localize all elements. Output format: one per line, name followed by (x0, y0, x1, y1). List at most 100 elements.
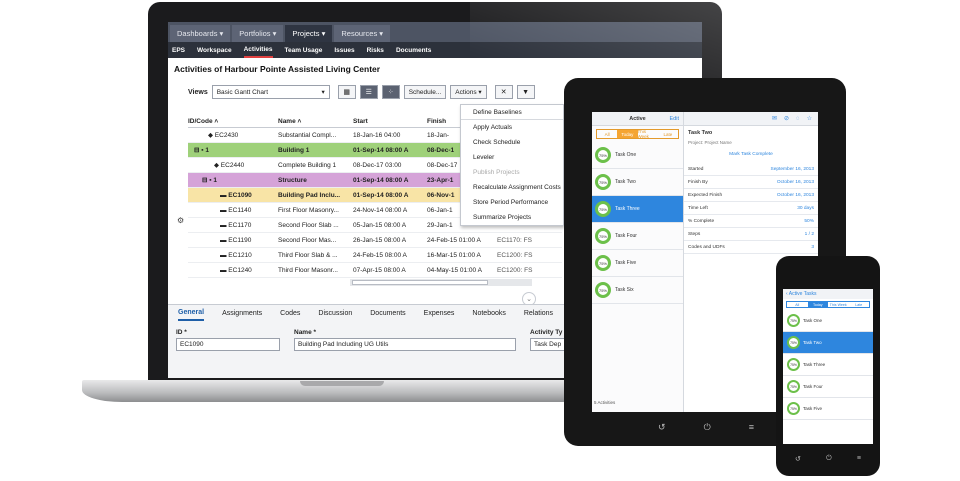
menu-item-apply-actuals[interactable]: Apply Actuals (461, 120, 563, 135)
tab-notebooks[interactable]: Notebooks (472, 305, 505, 321)
tab-discussion[interactable]: Discussion (318, 305, 352, 321)
list-item[interactable]: 75% Task Five (783, 398, 873, 420)
tab-resources[interactable]: Resources ▾ (334, 25, 391, 42)
filter-icon[interactable]: ▼ (516, 85, 535, 99)
power-icon[interactable]: ⏻ (704, 422, 711, 433)
tab-expenses[interactable]: Expenses (424, 305, 455, 321)
list-item[interactable]: 75% Task Two (783, 332, 873, 354)
progress-ring: 75% (787, 358, 800, 371)
detail-row[interactable]: Steps 1 / 2 (684, 228, 818, 241)
subtab-team-usage[interactable]: Team Usage (285, 42, 323, 58)
views-select[interactable]: Basic Gantt Chart ▾ (211, 85, 330, 99)
edit-button[interactable]: Edit (670, 116, 679, 122)
actions-button[interactable]: Actions ▾ (450, 85, 487, 99)
name-field[interactable]: Building Pad Including UG Utils (294, 338, 516, 351)
list-item[interactable]: 75% Task Three (783, 354, 873, 376)
tools-icon[interactable]: ✕ (494, 85, 513, 99)
menu-item-store-period-performance[interactable]: Store Period Performance (461, 195, 563, 210)
table-row[interactable]: ▬ EC1240 Third Floor Masonr... 07-Apr-15… (188, 263, 562, 278)
subtab-workspace[interactable]: Workspace (197, 42, 232, 58)
task-title: Task One (803, 318, 823, 323)
star-icon[interactable]: ☆ (807, 115, 812, 122)
subtab-activities[interactable]: Activities (243, 42, 273, 58)
subtab-issues[interactable]: Issues (334, 42, 354, 58)
tablet-task-list: Active Edit All Today This Week Late 75%… (592, 112, 684, 412)
list-item[interactable]: 75% Task Five (592, 250, 683, 277)
segment-this-week[interactable]: This Week (828, 302, 849, 307)
id-field[interactable]: EC1090 (176, 338, 280, 351)
power-icon[interactable]: ⏻ (826, 455, 832, 463)
tab-assignments[interactable]: Assignments (222, 305, 262, 321)
comment-icon[interactable]: ◌ (796, 116, 800, 122)
subtab-eps[interactable]: EPS (172, 42, 185, 58)
segment-late[interactable]: Late (658, 130, 678, 138)
menu-icon[interactable]: ≡ (749, 422, 754, 433)
menu-item-leveler[interactable]: Leveler (461, 150, 563, 165)
col-start[interactable]: Start (350, 118, 424, 125)
name-field-group: Name * Building Pad Including UG Utils (294, 329, 516, 351)
id-field-group: ID * EC1090 (176, 329, 280, 351)
segment-today[interactable]: Today (807, 302, 828, 307)
mail-icon[interactable]: ✉ (772, 115, 777, 122)
tab-codes[interactable]: Codes (280, 305, 300, 321)
menu-item-summarize-projects[interactable]: Summarize Projects (461, 210, 563, 225)
menu-item-define-baselines[interactable]: Define Baselines (461, 105, 563, 120)
back-icon[interactable]: ↺ (795, 455, 801, 463)
list-item[interactable]: 75% Task Six (592, 277, 683, 304)
gantt-view-icon[interactable]: ☰ (359, 85, 378, 99)
id-label: ID * (176, 329, 187, 336)
col-id[interactable]: ID/Code ˄ (188, 118, 278, 125)
tab-relations[interactable]: Relations (524, 305, 553, 321)
name-label: Name * (294, 329, 317, 336)
back-icon[interactable]: ↺ (658, 422, 666, 433)
tab-documents[interactable]: Documents (370, 305, 405, 321)
task-title: Task Four (615, 233, 637, 239)
segment-all[interactable]: All (597, 130, 617, 138)
chevron-down-icon: ▾ (321, 89, 325, 96)
list-item[interactable]: 75% Task Two (592, 169, 683, 196)
attach-icon[interactable]: ⊘ (784, 115, 789, 122)
segment-today[interactable]: Today (617, 130, 638, 138)
progress-ring: 75% (595, 255, 611, 271)
tab-general[interactable]: General (178, 305, 205, 321)
progress-ring: 75% (787, 314, 800, 327)
menu-icon[interactable]: ≡ (857, 455, 861, 463)
table-view-icon[interactable]: ▦ (337, 85, 356, 99)
phone-screen: ‹ Active Tasks All Today This Week Late … (783, 289, 873, 444)
task-title: Task Two (803, 340, 822, 345)
segment-all[interactable]: All (787, 302, 808, 307)
list-item[interactable]: 75% Task One (783, 310, 873, 332)
schedule-button[interactable]: Schedule... (403, 85, 447, 99)
menu-item-recalculate-costs[interactable]: Recalculate Assignment Costs (461, 180, 563, 195)
mark-complete-button[interactable]: Mark Task Complete (684, 149, 818, 163)
list-item[interactable]: 75% Task Four (592, 223, 683, 250)
tablet-list-title: Active (629, 115, 646, 122)
network-view-icon[interactable]: ⁘ (381, 85, 400, 99)
segment-this-week[interactable]: This Week (638, 129, 658, 139)
phone-filter-segments: All Today This Week Late (786, 301, 870, 308)
list-item[interactable]: 75% Task Four (783, 376, 873, 398)
segment-late[interactable]: Late (849, 302, 870, 307)
table-row[interactable]: ▬ EC1210 Third Floor Slab & ... 24-Feb-1… (188, 248, 562, 263)
col-name[interactable]: Name ˄ (278, 118, 350, 125)
sub-nav: EPS Workspace Activities Team Usage Issu… (168, 42, 702, 58)
detail-row[interactable]: Codes and UDFs 3 (684, 241, 818, 254)
subtab-risks[interactable]: Risks (367, 42, 384, 58)
tab-portfolios[interactable]: Portfolios ▾ (232, 25, 284, 42)
subtab-documents[interactable]: Documents (396, 42, 431, 58)
views-label: Views (188, 88, 208, 96)
table-row[interactable]: ▬ EC1190 Second Floor Mas... 26-Jan-15 0… (188, 233, 562, 248)
list-item[interactable]: 75% Task One (592, 142, 683, 169)
tab-dashboards[interactable]: Dashboards ▾ (170, 25, 231, 42)
menu-item-check-schedule[interactable]: Check Schedule (461, 135, 563, 150)
list-item[interactable]: 75% Task Three (592, 196, 683, 223)
phone-header[interactable]: ‹ Active Tasks (783, 289, 873, 299)
gear-icon[interactable]: ⚙ (177, 216, 184, 225)
detail-title: Task Two (688, 130, 713, 136)
tab-projects[interactable]: Projects ▾ (285, 25, 333, 42)
detail-row: % Complete 50% (684, 215, 818, 228)
progress-ring: 75% (787, 380, 800, 393)
views-select-value: Basic Gantt Chart (216, 88, 269, 96)
horizontal-scrollbar[interactable] (350, 279, 532, 286)
scrollbar-thumb[interactable] (352, 280, 488, 285)
